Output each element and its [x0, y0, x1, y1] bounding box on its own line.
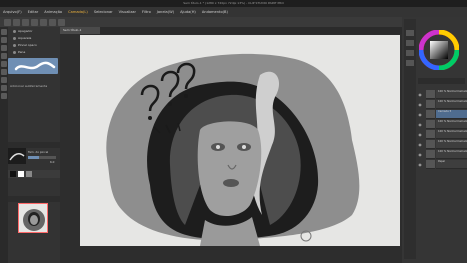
subtool-label: Aquarela: [18, 36, 32, 40]
subtool-item[interactable]: Pena: [8, 49, 60, 56]
artwork: [106, 53, 360, 246]
subtool-label: Pincel opaco: [18, 43, 37, 47]
menu-item[interactable]: Ajuda(H): [177, 7, 199, 17]
gradient-tool-icon[interactable]: [1, 85, 7, 91]
subtool-dot-icon: [13, 29, 16, 33]
panel-toggle-icon[interactable]: [406, 30, 414, 36]
mouth-shape: [223, 179, 239, 187]
layer-thumbnail: [426, 140, 435, 149]
navigator-header: [8, 196, 60, 202]
drawing-paper[interactable]: [80, 35, 400, 246]
subtool-dot-icon: [13, 36, 16, 40]
menu-item[interactable]: Andamento(B): [199, 7, 231, 17]
menu-item[interactable]: Visualizar: [116, 7, 139, 17]
transparent-color-swatch[interactable]: [26, 171, 32, 177]
layer-thumbnail: [426, 160, 435, 169]
panel-toggle-icon[interactable]: [406, 40, 414, 46]
window-title: Sem título-1 * (1280 x 720px 72dpi 13%) …: [0, 0, 467, 7]
move-tool-icon[interactable]: [1, 29, 7, 35]
layer-row[interactable]: 100 % Normal Camada 4: [436, 120, 467, 129]
add-subtool-label[interactable]: Adicionar subferramenta: [10, 84, 47, 88]
sub-color-swatch[interactable]: [18, 171, 24, 177]
layer-row[interactable]: 100 % Normal Camada 2: [436, 140, 467, 149]
text-tool-icon[interactable]: [1, 93, 7, 99]
brush-tip-preview: [8, 148, 26, 164]
subtool-label: Apagador: [18, 29, 33, 33]
brush-preview-selected[interactable]: [8, 58, 58, 74]
subtool-dot-icon: [13, 50, 16, 54]
save-icon[interactable]: [22, 18, 29, 26]
undo-icon[interactable]: [31, 18, 38, 26]
brush-stroke-icon: [14, 61, 56, 71]
menu-item[interactable]: Camada(L): [65, 7, 91, 17]
subtool-item[interactable]: Apagador: [8, 28, 60, 35]
layer-visibility-icon[interactable]: ◉: [417, 160, 423, 169]
layer-thumbnail: [426, 110, 435, 119]
layer-visibility-icon[interactable]: ◉: [417, 150, 423, 159]
layer-visibility-icon[interactable]: ◉: [417, 130, 423, 139]
clear-icon[interactable]: [49, 18, 56, 26]
menu-item[interactable]: Selecionar: [91, 7, 116, 17]
layer-visibility-icon[interactable]: ◉: [417, 140, 423, 149]
redo-icon[interactable]: [40, 18, 47, 26]
layer-visibility-icon[interactable]: ◉: [417, 90, 423, 99]
eraser-tool-icon[interactable]: [1, 69, 7, 75]
menu-item[interactable]: Arquivo(F): [0, 7, 25, 17]
panel-toggle-icon[interactable]: [406, 60, 414, 66]
layer-row[interactable]: 100 % Normal Camada 1: [436, 150, 467, 159]
layer-row[interactable]: 100 % Normal Camada 8: [436, 90, 467, 99]
eyedropper-tool-icon[interactable]: [1, 45, 7, 51]
transform-icon[interactable]: [58, 18, 65, 26]
color-square[interactable]: [430, 41, 448, 59]
layer-row[interactable]: 100 % Normal Camada 3: [436, 130, 467, 139]
layer-row[interactable]: Camada 5: [436, 110, 467, 119]
menu-item[interactable]: Animação: [41, 7, 65, 17]
pen-tool-icon[interactable]: [1, 53, 7, 59]
color-set-strip: [8, 170, 60, 178]
menu-item[interactable]: Editar: [25, 7, 42, 17]
subtool-item[interactable]: Aquarela: [8, 35, 60, 42]
layer-thumbnail: [426, 150, 435, 159]
layer-visibility-icon[interactable]: ◉: [417, 100, 423, 109]
navigator-preview: [23, 209, 45, 231]
selection-tool-icon[interactable]: [1, 37, 7, 43]
color-wheel[interactable]: [419, 30, 459, 70]
brush-size-fill: [28, 156, 40, 159]
brush-tip-icon: [9, 153, 25, 161]
tool-strip: [0, 27, 8, 263]
layer-thumbnail: [426, 120, 435, 129]
navigator-thumbnail[interactable]: [18, 203, 48, 233]
layer-visibility-icon[interactable]: ◉: [417, 120, 423, 129]
brush-size-slider[interactable]: [28, 156, 56, 159]
menu-item[interactable]: Janela(W): [154, 7, 177, 17]
canvas-tab[interactable]: Sem título-1: [60, 27, 100, 34]
main-color-swatch[interactable]: [10, 171, 16, 177]
panel-toggle-icon[interactable]: [406, 50, 414, 56]
layer-thumbnail: [426, 130, 435, 139]
layer-visibility-icon[interactable]: ◉: [417, 110, 423, 119]
layer-thumbnail: [426, 90, 435, 99]
left-iris-shape: [216, 145, 220, 149]
subtool-item[interactable]: Pincel opaco: [8, 42, 60, 49]
subtool-label: Pena: [18, 50, 26, 54]
brush-tool-icon[interactable]: [1, 61, 7, 67]
subtool-dot-icon: [13, 43, 16, 47]
open-file-icon[interactable]: [13, 18, 20, 26]
brush-size-label: Tam. do pincel: [28, 150, 49, 154]
layer-row[interactable]: Papel: [436, 160, 467, 169]
menu-item[interactable]: Filtro: [139, 7, 154, 17]
brush-size-value: 6.0: [50, 160, 55, 164]
fill-tool-icon[interactable]: [1, 77, 7, 83]
new-file-icon[interactable]: [4, 18, 11, 26]
layer-thumbnail: [426, 100, 435, 109]
command-bar: [0, 17, 467, 27]
menu-bar: Arquivo(F) Editar Animação Camada(L) Selecio…: [0, 7, 467, 17]
right-iris-shape: [242, 145, 246, 149]
layer-row[interactable]: 100 % Normal Camada 6: [436, 100, 467, 109]
layer-panel-header: [418, 78, 465, 84]
